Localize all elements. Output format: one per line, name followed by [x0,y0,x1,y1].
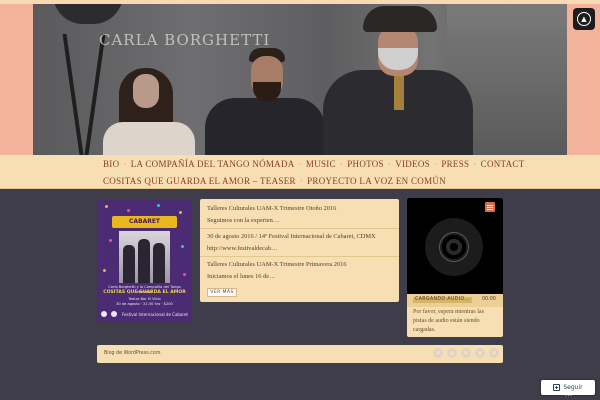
album-art [407,198,503,294]
loading-label: CARGANDO AUDIO… [413,297,472,303]
main-navigation: BIO · LA COMPAÑÍA DEL TANGO NÓMADA · MUSIC · P… [0,155,600,189]
confetti [127,209,130,212]
post-item[interactable]: 30 de agosto 2016 / 14º Festival Interna… [207,232,376,253]
confetti [157,204,160,207]
man-right-tie [394,74,404,110]
poster-figure [123,245,135,283]
poster-figure [153,243,165,283]
poster-figure [138,239,150,283]
footer-credit-link[interactable]: Blog de WordPress.com. [104,350,162,358]
header-image: CARLA BORGHETTI [33,4,567,155]
poster-sponsor: Festival Internacional de Cabaret [121,311,188,317]
follow-plus-icon [553,384,561,391]
man-right-hat [363,6,437,32]
nav-separator: · [434,159,438,169]
confetti [183,273,186,276]
more-posts-button[interactable]: VER MÁS [207,288,237,297]
twitter-icon[interactable] [447,348,457,358]
more-options-icon[interactable]: ••• [565,393,572,398]
confetti [109,239,112,242]
divider [200,228,399,229]
studio-lamp [53,4,123,24]
nav-separator: · [339,159,344,169]
nav-separator: · [473,159,477,169]
tripod-leg [62,34,84,155]
divider [200,256,399,257]
nav-row-2: COSITAS QUE GUARDA EL AMOR – TEASER · PROY… [103,176,446,186]
nav-item[interactable]: BIO [103,159,119,169]
post-item[interactable]: Talleres Culturales UAM-X Trimestre Prim… [207,260,347,281]
promo-poster[interactable]: CABARET Carla Borghetti y la Compañía de… [97,199,192,322]
site-footer: Blog de WordPress.com. [97,345,503,363]
scroll-up-button[interactable]: ▲ [573,8,595,30]
nav-row-1: BIO · LA COMPAÑÍA DEL TANGO NÓMADA · MUSIC · P… [103,159,525,169]
tripod-leg [84,34,106,155]
post-title[interactable]: Talleres Culturales UAM-X Trimestre Otoñ… [207,204,336,213]
post-excerpt: Iniciamos el lunes 16 de… [207,273,276,280]
confetti [181,245,184,248]
nav-separator: · [123,159,127,169]
nav-item[interactable]: COSITAS QUE GUARDA EL AMOR – TEASER [103,176,296,186]
post-item[interactable]: Talleres Culturales UAM-X Trimestre Otoñ… [207,204,336,225]
recent-posts-widget: Talleres Culturales UAM-X Trimestre Otoñ… [200,199,399,302]
post-excerpt: http://www.festivaldecab… [207,245,278,252]
man-center-body [205,98,325,155]
nav-item[interactable]: LA COMPAÑÍA DEL TANGO NÓMADA [131,159,295,169]
confetti [179,211,182,214]
confetti [103,269,106,272]
nav-separator: · [298,159,302,169]
social-links [433,348,499,358]
nav-item[interactable]: VIDEOS [395,159,430,169]
nav-item[interactable]: PHOTOS [347,159,384,169]
poster-date: 30 de agosto · 21:30 hrs · $200 [116,302,173,306]
soundcloud-icon[interactable] [489,348,499,358]
poster-photo [119,231,170,283]
chevron-up-icon: ▲ [577,12,591,26]
sponsor-logo-icon [101,311,107,317]
site-title[interactable]: CARLA BORGHETTI [99,32,270,49]
time-display: 00:00 [482,297,496,302]
post-title[interactable]: Talleres Culturales UAM-X Trimestre Prim… [207,260,347,269]
nav-item[interactable]: PRESS [441,159,469,169]
nav-item[interactable]: CONTACT [481,159,525,169]
post-title[interactable]: 30 de agosto 2016 / 14º Festival Interna… [207,232,376,241]
instagram-icon[interactable] [461,348,471,358]
left-accent [0,4,33,155]
nav-separator: · [299,176,304,186]
woman-face [133,74,159,108]
confetti [105,205,108,208]
loading-message: Por favor, espera mientras las pistas de… [413,309,484,333]
nav-separator: · [387,159,392,169]
sponsor-logo-icon [111,311,118,317]
poster-logos: Festival Internacional de Cabaret [101,310,188,318]
nav-item[interactable]: MUSIC [306,159,336,169]
youtube-icon[interactable] [475,348,485,358]
follow-button[interactable]: Seguir ••• [541,380,595,398]
follow-label: Seguir [563,384,583,391]
playlist-menu-icon[interactable] [485,202,495,212]
audio-player: CARGANDO AUDIO… 00:00 Por favor, espera … [407,198,503,337]
facebook-icon[interactable] [433,348,443,358]
poster-title: COSITAS QUE GUARDA EL AMOR [103,290,186,295]
woman-body [103,122,195,155]
nav-item[interactable]: PROYECTO LA VOZ EN COMÚN [307,176,446,186]
post-excerpt: Seguimos con la experien… [207,217,280,224]
disc-ring [439,232,469,262]
poster-badge: CABARET [112,216,177,228]
